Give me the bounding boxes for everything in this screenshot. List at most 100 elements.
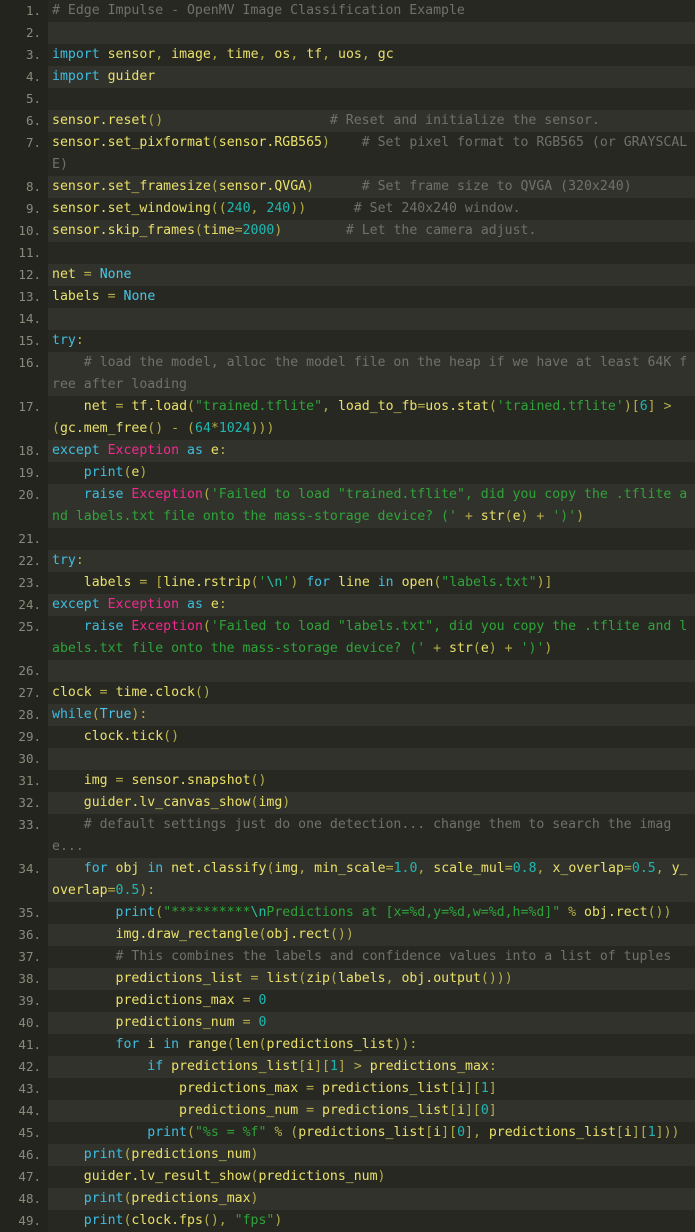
code-line-content[interactable]: for i in range(len(predictions_list)): (48, 1034, 695, 1056)
code-line[interactable]: 22. try: (0, 550, 695, 572)
code-line-content[interactable]: try: (48, 550, 695, 572)
code-line[interactable]: 36. img.draw_rectangle(obj.rect()) (0, 924, 695, 946)
code-line[interactable]: 32. guider.lv_canvas_show(img) (0, 792, 695, 814)
code-line[interactable]: 42. if predictions_list[i][1] > predicti… (0, 1056, 695, 1078)
code-line-content[interactable]: net = None (48, 264, 695, 286)
code-line[interactable]: 35. print("**********\nPredictions at [x… (0, 902, 695, 924)
code-line[interactable]: 9. sensor.set_windowing((240, 240)) # Set… (0, 198, 695, 220)
code-line-content[interactable]: clock = time.clock() (48, 682, 695, 704)
code-line-content[interactable]: # load the model, alloc the model file o… (48, 352, 695, 396)
code-line-content[interactable]: except Exception as e: (48, 594, 695, 616)
code-line[interactable]: 39. predictions_max = 0 (0, 990, 695, 1012)
code-line[interactable]: 8. sensor.set_framesize(sensor.QVGA) # Se… (0, 176, 695, 198)
code-line-content[interactable]: try: (48, 330, 695, 352)
code-line[interactable]: 2.​ (0, 22, 695, 44)
code-line-content[interactable]: clock.tick() (48, 726, 695, 748)
code-line-content[interactable]: print("**********\nPredictions at [x=%d,… (48, 902, 695, 924)
code-line[interactable]: 12. net = None (0, 264, 695, 286)
code-line-content[interactable]: ​ (48, 22, 695, 44)
code-line-content[interactable]: import sensor, image, time, os, tf, uos,… (48, 44, 695, 66)
code-line[interactable]: 7. sensor.set_pixformat(sensor.RGB565) # … (0, 132, 695, 176)
code-line[interactable]: 40. predictions_num = 0 (0, 1012, 695, 1034)
code-line-content[interactable]: labels = None (48, 286, 695, 308)
code-line[interactable]: 29. clock.tick() (0, 726, 695, 748)
code-line-content[interactable]: import guider (48, 66, 695, 88)
code-line-content[interactable]: if predictions_list[i][1] > predictions_… (48, 1056, 695, 1078)
code-line-content[interactable]: sensor.reset() # Reset and initialize th… (48, 110, 695, 132)
code-line-content[interactable]: predictions_max = 0 (48, 990, 695, 1012)
code-line-content[interactable]: ​ (48, 308, 695, 330)
code-line[interactable]: 28. while(True): (0, 704, 695, 726)
code-line-content[interactable]: # default settings just do one detection… (48, 814, 695, 858)
code-line-content[interactable]: print(clock.fps(), "fps") (48, 1210, 695, 1232)
code-line[interactable]: 16. # load the model, alloc the model fi… (0, 352, 695, 396)
code-line[interactable]: 47. guider.lv_result_show(predictions_nu… (0, 1166, 695, 1188)
code-line[interactable]: 4. import guider (0, 66, 695, 88)
code-line-content[interactable]: predictions_num = predictions_list[i][0] (48, 1100, 695, 1122)
code-line-content[interactable]: # Edge Impulse - OpenMV Image Classifica… (48, 0, 695, 22)
code-line-content[interactable]: guider.lv_canvas_show(img) (48, 792, 695, 814)
code-line-content[interactable]: labels = [line.rstrip('\n') for line in … (48, 572, 695, 594)
code-line-content[interactable]: print(predictions_num) (48, 1144, 695, 1166)
code-line[interactable]: 19. print(e) (0, 462, 695, 484)
code-line-content[interactable]: print(predictions_max) (48, 1188, 695, 1210)
code-line-content[interactable]: ​ (48, 242, 695, 264)
code-line[interactable]: 23. labels = [line.rstrip('\n') for line… (0, 572, 695, 594)
code-line[interactable]: 17. net = tf.load("trained.tflite", load… (0, 396, 695, 440)
code-line[interactable]: 18. except Exception as e: (0, 440, 695, 462)
code-line-content[interactable]: ​ (48, 88, 695, 110)
code-line[interactable]: 3. import sensor, image, time, os, tf, uo… (0, 44, 695, 66)
code-line[interactable]: 27. clock = time.clock() (0, 682, 695, 704)
code-line-content[interactable]: ​ (48, 660, 695, 682)
code-line[interactable]: 1. # Edge Impulse - OpenMV Image Classifi… (0, 0, 695, 22)
code-line-content[interactable]: print(e) (48, 462, 695, 484)
code-line[interactable]: 33. # default settings just do one detec… (0, 814, 695, 858)
code-line-content[interactable]: # This combines the labels and confidenc… (48, 946, 695, 968)
code-line[interactable]: 21.​ (0, 528, 695, 550)
code-line-content[interactable]: sensor.set_windowing((240, 240)) # Set 2… (48, 198, 695, 220)
code-line[interactable]: 5.​ (0, 88, 695, 110)
code-line[interactable]: 31. img = sensor.snapshot() (0, 770, 695, 792)
code-line-content[interactable]: raise Exception('Failed to load "labels.… (48, 616, 695, 660)
code-line-content[interactable]: predictions_max = predictions_list[i][1] (48, 1078, 695, 1100)
code-line-list[interactable]: 1. # Edge Impulse - OpenMV Image Classifi… (0, 0, 695, 1232)
code-line[interactable]: 30.​ (0, 748, 695, 770)
code-line[interactable]: 11.​ (0, 242, 695, 264)
code-line[interactable]: 41. for i in range(len(predictions_list)… (0, 1034, 695, 1056)
code-line[interactable]: 46. print(predictions_num) (0, 1144, 695, 1166)
code-line-content[interactable]: predictions_num = 0 (48, 1012, 695, 1034)
code-line[interactable]: 43. predictions_max = predictions_list[i… (0, 1078, 695, 1100)
code-line-content[interactable]: img.draw_rectangle(obj.rect()) (48, 924, 695, 946)
code-line-content[interactable]: raise Exception('Failed to load "trained… (48, 484, 695, 528)
code-line[interactable]: 38. predictions_list = list(zip(labels, … (0, 968, 695, 990)
code-line[interactable]: 6. sensor.reset() # Reset and initialize … (0, 110, 695, 132)
code-line[interactable]: 45. print("%s = %f" % (predictions_list[… (0, 1122, 695, 1144)
code-line[interactable]: 25. raise Exception('Failed to load "lab… (0, 616, 695, 660)
code-line[interactable]: 26.​ (0, 660, 695, 682)
code-line-content[interactable]: sensor.set_pixformat(sensor.RGB565) # Se… (48, 132, 695, 176)
code-line[interactable]: 20. raise Exception('Failed to load "tra… (0, 484, 695, 528)
code-line-content[interactable]: ​ (48, 748, 695, 770)
code-line[interactable]: 34. for obj in net.classify(img, min_sca… (0, 858, 695, 902)
code-line[interactable]: 49. print(clock.fps(), "fps") (0, 1210, 695, 1232)
code-line-content[interactable]: print("%s = %f" % (predictions_list[i][0… (48, 1122, 695, 1144)
code-line[interactable]: 13. labels = None (0, 286, 695, 308)
code-line[interactable]: 15. try: (0, 330, 695, 352)
code-line-content[interactable]: sensor.set_framesize(sensor.QVGA) # Set … (48, 176, 695, 198)
code-line[interactable]: 44. predictions_num = predictions_list[i… (0, 1100, 695, 1122)
code-line[interactable]: 14.​ (0, 308, 695, 330)
code-line-content[interactable]: for obj in net.classify(img, min_scale=1… (48, 858, 695, 902)
code-line[interactable]: 24. except Exception as e: (0, 594, 695, 616)
code-line[interactable]: 37. # This combines the labels and confi… (0, 946, 695, 968)
code-line-content[interactable]: predictions_list = list(zip(labels, obj.… (48, 968, 695, 990)
code-line-content[interactable]: guider.lv_result_show(predictions_num) (48, 1166, 695, 1188)
code-line-content[interactable]: sensor.skip_frames(time=2000) # Let the … (48, 220, 695, 242)
code-line[interactable]: 10. sensor.skip_frames(time=2000) # Let t… (0, 220, 695, 242)
code-editor[interactable]: 1. # Edge Impulse - OpenMV Image Classifi… (0, 0, 695, 1232)
code-line-content[interactable]: img = sensor.snapshot() (48, 770, 695, 792)
code-line-content[interactable]: ​ (48, 528, 695, 550)
code-line-content[interactable]: except Exception as e: (48, 440, 695, 462)
code-line[interactable]: 48. print(predictions_max) (0, 1188, 695, 1210)
code-line-content[interactable]: net = tf.load("trained.tflite", load_to_… (48, 396, 695, 440)
code-line-content[interactable]: while(True): (48, 704, 695, 726)
